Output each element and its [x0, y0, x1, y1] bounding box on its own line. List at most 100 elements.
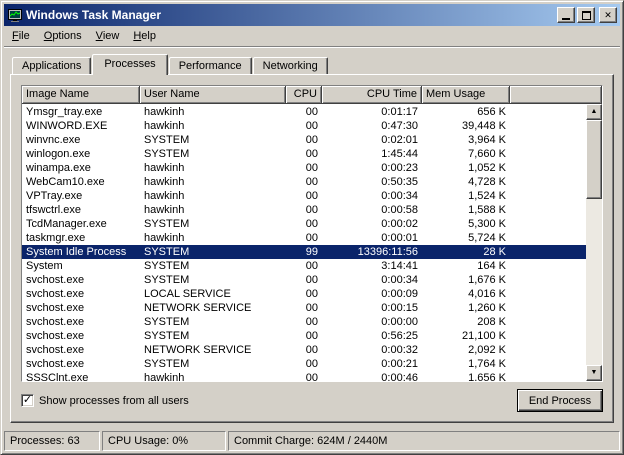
process-row[interactable]: winvnc.exe SYSTEM 00 0:02:01 3,964 K — [22, 133, 586, 147]
tab-applications[interactable]: Applications — [12, 57, 91, 74]
tab-performance[interactable]: Performance — [169, 57, 252, 74]
process-image-name: winlogon.exe — [22, 147, 140, 161]
process-cpu-time: 3:14:41 — [322, 259, 422, 273]
column-header-user-name[interactable]: User Name — [140, 86, 286, 104]
process-row[interactable]: System Idle Process SYSTEM 99 13396:11:5… — [22, 245, 586, 259]
scroll-thumb[interactable] — [586, 120, 602, 199]
window-title: Windows Task Manager — [26, 8, 555, 22]
row-filler — [510, 357, 586, 371]
process-image-name: taskmgr.exe — [22, 231, 140, 245]
process-cpu-time: 0:00:02 — [322, 217, 422, 231]
process-row[interactable]: Ymsgr_tray.exe hawkinh 00 0:01:17 656 K — [22, 105, 586, 119]
process-cpu: 00 — [286, 203, 322, 217]
process-image-name: svchost.exe — [22, 329, 140, 343]
process-mem-usage: 1,588 K — [422, 203, 510, 217]
process-image-name: System Idle Process — [22, 245, 140, 259]
process-row[interactable]: svchost.exe LOCAL SERVICE 00 0:00:09 4,0… — [22, 287, 586, 301]
status-commit-charge: Commit Charge: 624M / 2440M — [228, 431, 620, 451]
process-image-name: winampa.exe — [22, 161, 140, 175]
process-row[interactable]: VPTray.exe hawkinh 00 0:00:34 1,524 K — [22, 189, 586, 203]
process-user-name: hawkinh — [140, 105, 286, 119]
process-cpu: 00 — [286, 357, 322, 371]
process-row[interactable]: winampa.exe hawkinh 00 0:00:23 1,052 K — [22, 161, 586, 175]
minimize-icon — [562, 18, 570, 20]
row-filler — [510, 105, 586, 119]
show-all-users-control: ✓ Show processes from all users — [21, 394, 189, 407]
column-header-mem-usage[interactable]: Mem Usage — [422, 86, 510, 104]
column-header-cpu-time[interactable]: CPU Time — [322, 86, 422, 104]
table-scrollbar[interactable]: ▲ ▼ — [586, 104, 602, 381]
process-row[interactable]: svchost.exe NETWORK SERVICE 00 0:00:32 2… — [22, 343, 586, 357]
process-row[interactable]: taskmgr.exe hawkinh 00 0:00:01 5,724 K — [22, 231, 586, 245]
app-icon[interactable] — [7, 7, 23, 23]
show-all-users-label[interactable]: Show processes from all users — [39, 395, 189, 407]
process-user-name: SYSTEM — [140, 147, 286, 161]
scroll-down-button[interactable]: ▼ — [586, 365, 602, 381]
menu-file[interactable]: File — [5, 27, 37, 45]
process-row[interactable]: WINWORD.EXE hawkinh 00 0:47:30 39,448 K — [22, 119, 586, 133]
process-cpu-time: 0:00:46 — [322, 371, 422, 381]
row-filler — [510, 147, 586, 161]
process-image-name: svchost.exe — [22, 315, 140, 329]
process-user-name: hawkinh — [140, 371, 286, 381]
process-row[interactable]: System SYSTEM 00 3:14:41 164 K — [22, 259, 586, 273]
processes-tab-page: Image Name User Name CPU CPU Time Mem Us… — [10, 74, 614, 423]
process-row[interactable]: tfswctrl.exe hawkinh 00 0:00:58 1,588 K — [22, 203, 586, 217]
process-row[interactable]: svchost.exe SYSTEM 00 0:00:34 1,676 K — [22, 273, 586, 287]
process-mem-usage: 3,964 K — [422, 133, 510, 147]
process-row[interactable]: svchost.exe SYSTEM 00 0:00:21 1,764 K — [22, 357, 586, 371]
process-user-name: SYSTEM — [140, 357, 286, 371]
process-row[interactable]: svchost.exe SYSTEM 00 0:00:00 208 K — [22, 315, 586, 329]
process-cpu: 00 — [286, 315, 322, 329]
process-cpu-time: 1:45:44 — [322, 147, 422, 161]
process-mem-usage: 7,660 K — [422, 147, 510, 161]
row-filler — [510, 245, 586, 259]
end-process-button[interactable]: End Process — [517, 389, 603, 412]
process-user-name: hawkinh — [140, 119, 286, 133]
scroll-up-button[interactable]: ▲ — [586, 104, 602, 120]
process-row[interactable]: SSSClnt.exe hawkinh 00 0:00:46 1,656 K — [22, 371, 586, 381]
process-cpu-time: 0:47:30 — [322, 119, 422, 133]
minimize-button[interactable] — [557, 7, 575, 23]
process-user-name: SYSTEM — [140, 217, 286, 231]
process-cpu: 00 — [286, 343, 322, 357]
row-filler — [510, 189, 586, 203]
menu-options[interactable]: Options — [37, 27, 89, 45]
process-cpu-time: 0:00:32 — [322, 343, 422, 357]
process-cpu: 00 — [286, 329, 322, 343]
titlebar[interactable]: Windows Task Manager ✕ — [4, 4, 620, 26]
status-cpu-usage: CPU Usage: 0% — [102, 431, 226, 451]
row-filler — [510, 371, 586, 381]
menu-view[interactable]: View — [89, 27, 127, 45]
process-mem-usage: 1,764 K — [422, 357, 510, 371]
process-cpu: 00 — [286, 301, 322, 315]
column-header-image-name[interactable]: Image Name — [22, 86, 140, 104]
process-row[interactable]: TcdManager.exe SYSTEM 00 0:00:02 5,300 K — [22, 217, 586, 231]
show-all-users-checkbox[interactable]: ✓ — [21, 394, 34, 407]
menu-bar: File Options View Help — [4, 26, 620, 46]
menu-help[interactable]: Help — [126, 27, 163, 45]
tab-processes[interactable]: Processes — [92, 54, 167, 75]
process-cpu: 00 — [286, 273, 322, 287]
process-row[interactable]: svchost.exe NETWORK SERVICE 00 0:00:15 1… — [22, 301, 586, 315]
row-filler — [510, 273, 586, 287]
process-cpu-time: 0:00:00 — [322, 315, 422, 329]
process-image-name: svchost.exe — [22, 273, 140, 287]
process-row[interactable]: winlogon.exe SYSTEM 00 1:45:44 7,660 K — [22, 147, 586, 161]
process-cpu: 00 — [286, 189, 322, 203]
row-filler — [510, 287, 586, 301]
process-cpu: 00 — [286, 105, 322, 119]
process-mem-usage: 39,448 K — [422, 119, 510, 133]
row-filler — [510, 329, 586, 343]
column-header-cpu[interactable]: CPU — [286, 86, 322, 104]
scroll-track[interactable] — [586, 120, 602, 365]
maximize-button[interactable] — [577, 7, 595, 23]
close-icon: ✕ — [604, 11, 612, 20]
process-cpu: 00 — [286, 147, 322, 161]
process-mem-usage: 1,656 K — [422, 371, 510, 381]
tab-networking[interactable]: Networking — [253, 57, 328, 74]
process-row[interactable]: svchost.exe SYSTEM 00 0:56:25 21,100 K — [22, 329, 586, 343]
close-button[interactable]: ✕ — [599, 7, 617, 23]
process-row[interactable]: WebCam10.exe hawkinh 00 0:50:35 4,728 K — [22, 175, 586, 189]
process-image-name: tfswctrl.exe — [22, 203, 140, 217]
